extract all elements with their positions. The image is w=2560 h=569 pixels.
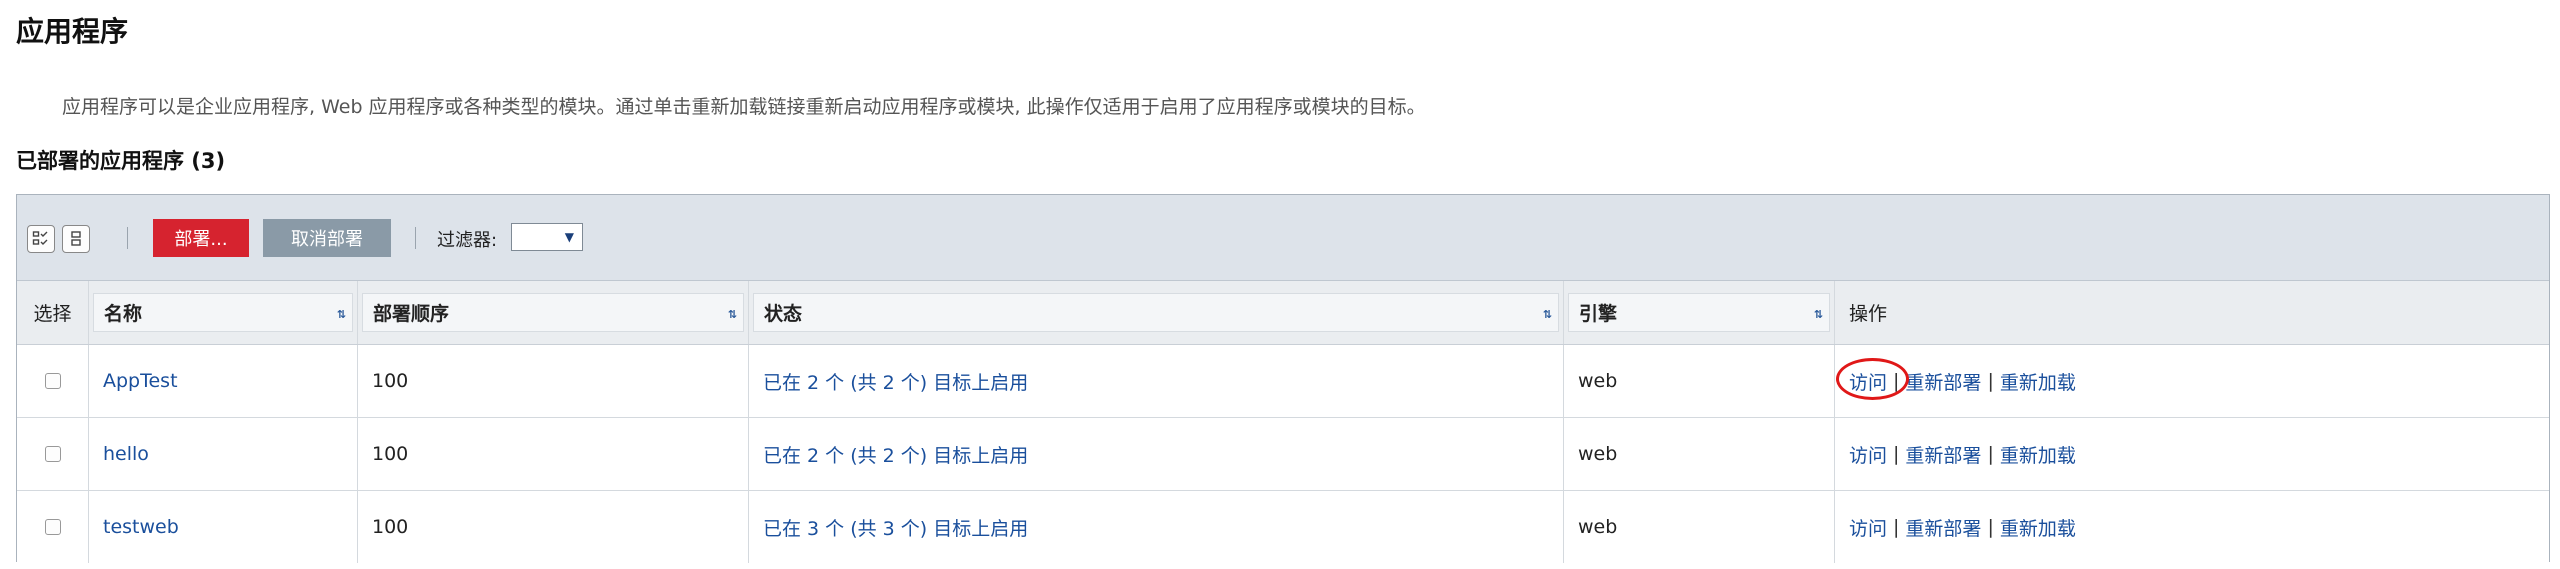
header-ops-label: 操作: [1849, 303, 1888, 325]
header-engine-label: 引擎: [1579, 303, 1618, 325]
header-name[interactable]: 名称 ⇅: [89, 281, 358, 344]
redeploy-link[interactable]: 重新部署: [1905, 441, 1981, 468]
status-link[interactable]: 已在 2 个 (共 2 个) 目标上启用: [763, 441, 1028, 468]
sort-icon[interactable]: ⇅: [1814, 308, 1823, 321]
status-link[interactable]: 已在 2 个 (共 2 个) 目标上启用: [763, 368, 1028, 395]
visit-link[interactable]: 访问: [1849, 372, 1887, 394]
row-checkbox[interactable]: [44, 373, 61, 389]
ops-separator: |: [1893, 443, 1900, 465]
ops-separator: |: [1893, 370, 1900, 392]
header-name-label: 名称: [104, 303, 143, 325]
header-select: 选择: [17, 281, 89, 344]
ops-separator: |: [1893, 516, 1900, 538]
deploy-order: 100: [372, 516, 409, 538]
filter-select[interactable]: ▼: [511, 223, 583, 251]
header-ops: 操作: [1835, 281, 2549, 344]
deploy-order: 100: [372, 370, 409, 392]
row-checkbox[interactable]: [44, 446, 61, 462]
engine-value: web: [1578, 370, 1618, 392]
ops-separator: |: [1987, 516, 1994, 538]
applications-panel: 部署... 取消部署 过滤器: ▼ 选择 名称 ⇅ 部署顺序 ⇅ 状态 ⇅ 引擎…: [16, 194, 2550, 563]
undeploy-button[interactable]: 取消部署: [263, 219, 391, 257]
page-description: 应用程序可以是企业应用程序, Web 应用程序或各种类型的模块。通过单击重新加载…: [62, 96, 1426, 118]
row-select-cell: [17, 418, 89, 490]
header-select-label: 选择: [33, 303, 72, 325]
name-cell: AppTest: [89, 345, 358, 417]
name-cell: hello: [89, 418, 358, 490]
redeploy-link[interactable]: 重新部署: [1905, 514, 1981, 541]
sort-icon[interactable]: ⇅: [1543, 308, 1552, 321]
engine-cell: web: [1564, 491, 1835, 563]
ops-separator: |: [1987, 370, 1994, 392]
reload-link[interactable]: 重新加载: [2000, 441, 2076, 468]
header-status-label: 状态: [764, 303, 803, 325]
header-status[interactable]: 状态 ⇅: [749, 281, 1564, 344]
ops-cell: 访问 | 重新部署 | 重新加载: [1835, 418, 2549, 490]
engine-cell: web: [1564, 345, 1835, 417]
reload-link[interactable]: 重新加载: [2000, 514, 2076, 541]
reload-link[interactable]: 重新加载: [2000, 368, 2076, 395]
header-order[interactable]: 部署顺序 ⇅: [358, 281, 749, 344]
app-name-link[interactable]: hello: [103, 443, 149, 465]
header-engine[interactable]: 引擎 ⇅: [1564, 281, 1835, 344]
toolbar: 部署... 取消部署 过滤器: ▼: [17, 195, 2549, 281]
table-row: testweb 100 已在 3 个 (共 3 个) 目标上启用 web 访问 …: [17, 491, 2549, 563]
order-cell: 100: [358, 345, 749, 417]
app-name-link[interactable]: AppTest: [103, 370, 178, 392]
header-order-label: 部署顺序: [373, 303, 450, 325]
name-cell: testweb: [89, 491, 358, 563]
toolbar-divider: [415, 227, 416, 249]
toolbar-divider: [127, 227, 128, 249]
deselect-all-icon[interactable]: [62, 225, 90, 253]
select-all-icon[interactable]: [27, 225, 55, 253]
status-cell: 已在 2 个 (共 2 个) 目标上启用: [749, 345, 1564, 417]
order-cell: 100: [358, 418, 749, 490]
row-select-cell: [17, 345, 89, 417]
row-checkbox[interactable]: [44, 519, 61, 535]
row-select-cell: [17, 491, 89, 563]
engine-value: web: [1578, 516, 1618, 538]
table-row: hello 100 已在 2 个 (共 2 个) 目标上启用 web 访问 | …: [17, 418, 2549, 491]
dropdown-arrow-icon: ▼: [564, 230, 574, 244]
status-cell: 已在 3 个 (共 3 个) 目标上启用: [749, 491, 1564, 563]
visit-link[interactable]: 访问: [1849, 514, 1887, 541]
order-cell: 100: [358, 491, 749, 563]
deploy-button[interactable]: 部署...: [153, 219, 249, 257]
deploy-order: 100: [372, 443, 409, 465]
status-link[interactable]: 已在 3 个 (共 3 个) 目标上启用: [763, 514, 1028, 541]
app-name-link[interactable]: testweb: [103, 516, 179, 538]
filter-label: 过滤器:: [437, 230, 498, 251]
table-row: AppTest 100 已在 2 个 (共 2 个) 目标上启用 web 访问 …: [17, 345, 2549, 418]
page-title: 应用程序: [16, 15, 129, 48]
ops-cell: 访问 | 重新部署 | 重新加载: [1835, 345, 2549, 417]
ops-separator: |: [1987, 443, 1994, 465]
engine-cell: web: [1564, 418, 1835, 490]
engine-value: web: [1578, 443, 1618, 465]
sort-icon[interactable]: ⇅: [337, 308, 346, 321]
applications-table: 选择 名称 ⇅ 部署顺序 ⇅ 状态 ⇅ 引擎 ⇅ 操作 AppTest 100 …: [17, 281, 2549, 563]
status-cell: 已在 2 个 (共 2 个) 目标上启用: [749, 418, 1564, 490]
redeploy-link[interactable]: 重新部署: [1905, 368, 1981, 395]
visit-link[interactable]: 访问: [1849, 441, 1887, 468]
section-title: 已部署的应用程序 (3): [16, 149, 226, 173]
ops-cell: 访问 | 重新部署 | 重新加载: [1835, 491, 2549, 563]
table-header: 选择 名称 ⇅ 部署顺序 ⇅ 状态 ⇅ 引擎 ⇅ 操作: [17, 281, 2549, 345]
sort-icon[interactable]: ⇅: [728, 308, 737, 321]
